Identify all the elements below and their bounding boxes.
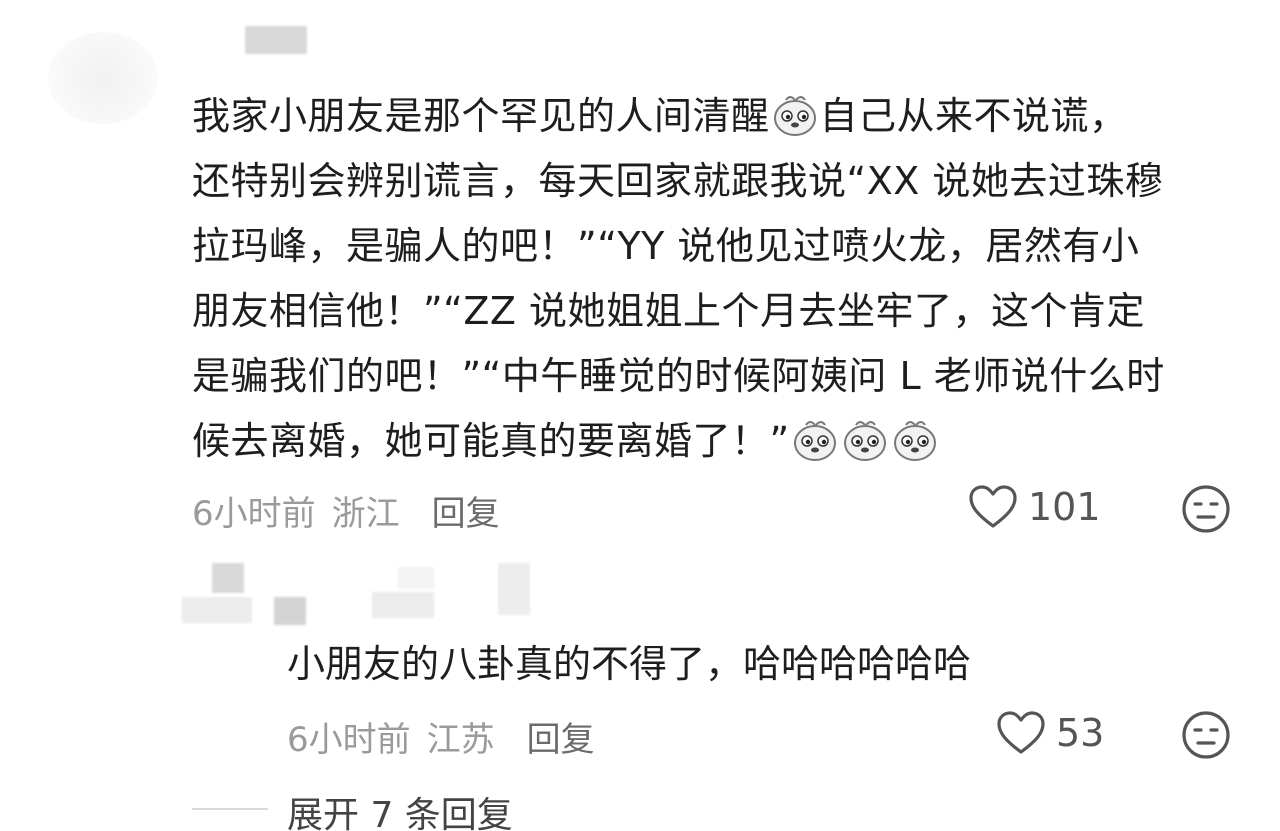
expand-replies-button[interactable]: 展开 7 条回复 bbox=[287, 786, 513, 831]
username-redacted bbox=[398, 567, 434, 589]
comment-body: 我家小朋友是那个罕见的人间清醒 自己从来不说谎， 还特别会辨别谎言，每天回家就跟我… bbox=[192, 84, 1242, 474]
comment-line-text: 朋友相信他！”“ZZ 说她姐姐上个月去坐牢了，这个肯定 bbox=[192, 289, 1146, 333]
like-count: 53 bbox=[1056, 711, 1105, 755]
like-button[interactable]: 101 bbox=[968, 484, 1101, 530]
username-redacted[interactable] bbox=[245, 26, 307, 54]
comment-line: 朋友相信他！”“ZZ 说她姐姐上个月去坐牢了，这个肯定 bbox=[192, 279, 1242, 344]
comment-line: 是骗我们的吧！”“中午睡觉的时候阿姨问 L 老师说什么时 bbox=[192, 344, 1242, 409]
comment-line-text: 候去离婚，她可能真的要离婚了！” bbox=[192, 419, 790, 463]
like-count: 101 bbox=[1028, 485, 1101, 529]
avatar[interactable] bbox=[48, 32, 158, 124]
username-redacted bbox=[274, 597, 306, 625]
username-redacted bbox=[372, 592, 434, 618]
username-redacted[interactable] bbox=[182, 597, 252, 623]
comment-line: 候去离婚，她可能真的要离婚了！” bbox=[192, 409, 1242, 474]
comment-line: 拉玛峰，是骗人的吧！”“YY 说他见过喷火龙，居然有小 bbox=[192, 214, 1242, 279]
heart-icon bbox=[997, 711, 1045, 754]
divider bbox=[192, 808, 268, 810]
comment-thread: 我家小朋友是那个罕见的人间清醒 自己从来不说谎， 还特别会辨别谎言，每天回家就跟我… bbox=[0, 0, 1280, 831]
comment-line-text: 我家小朋友是那个罕见的人间清醒 bbox=[192, 94, 770, 138]
comment-line-text: 是骗我们的吧！”“中午睡觉的时候阿姨问 L 老师说什么时 bbox=[192, 354, 1165, 398]
reply-location: 江苏 bbox=[426, 720, 495, 760]
dislike-face-icon[interactable] bbox=[1181, 710, 1231, 760]
avatar[interactable] bbox=[212, 563, 244, 593]
reply-button[interactable]: 回复 bbox=[432, 486, 500, 535]
username-redacted bbox=[498, 563, 530, 615]
dog-face-emoji-icon bbox=[893, 421, 936, 461]
dog-face-emoji-icon bbox=[843, 421, 886, 461]
comment-time: 6小时前 bbox=[192, 494, 316, 534]
comment-line: 我家小朋友是那个罕见的人间清醒 自己从来不说谎， bbox=[192, 84, 1242, 149]
comment-meta: 6小时前 浙江 回复 bbox=[192, 486, 500, 535]
dog-face-emoji-icon bbox=[793, 421, 836, 461]
reply-time: 6小时前 bbox=[287, 720, 411, 760]
comment-line: 还特别会辨别谎言，每天回家就跟我说“XX 说她去过珠穆 bbox=[192, 149, 1242, 214]
comment-line-text: 还特别会辨别谎言，每天回家就跟我说“XX 说她去过珠穆 bbox=[192, 159, 1164, 203]
dog-face-emoji-icon bbox=[773, 96, 816, 136]
comment-location: 浙江 bbox=[331, 494, 400, 534]
comment-line-text: 拉玛峰，是骗人的吧！”“YY 说他见过喷火龙，居然有小 bbox=[192, 224, 1140, 268]
heart-icon bbox=[969, 485, 1017, 528]
reply-body: 小朋友的八卦真的不得了，哈哈哈哈哈哈 bbox=[287, 642, 972, 686]
dislike-face-icon[interactable] bbox=[1181, 484, 1231, 534]
reply-meta: 6小时前 江苏 回复 bbox=[287, 712, 595, 761]
comment-line-text: 自己从来不说谎， bbox=[819, 94, 1128, 138]
reply-button[interactable]: 回复 bbox=[527, 712, 595, 761]
like-button[interactable]: 53 bbox=[996, 710, 1104, 756]
